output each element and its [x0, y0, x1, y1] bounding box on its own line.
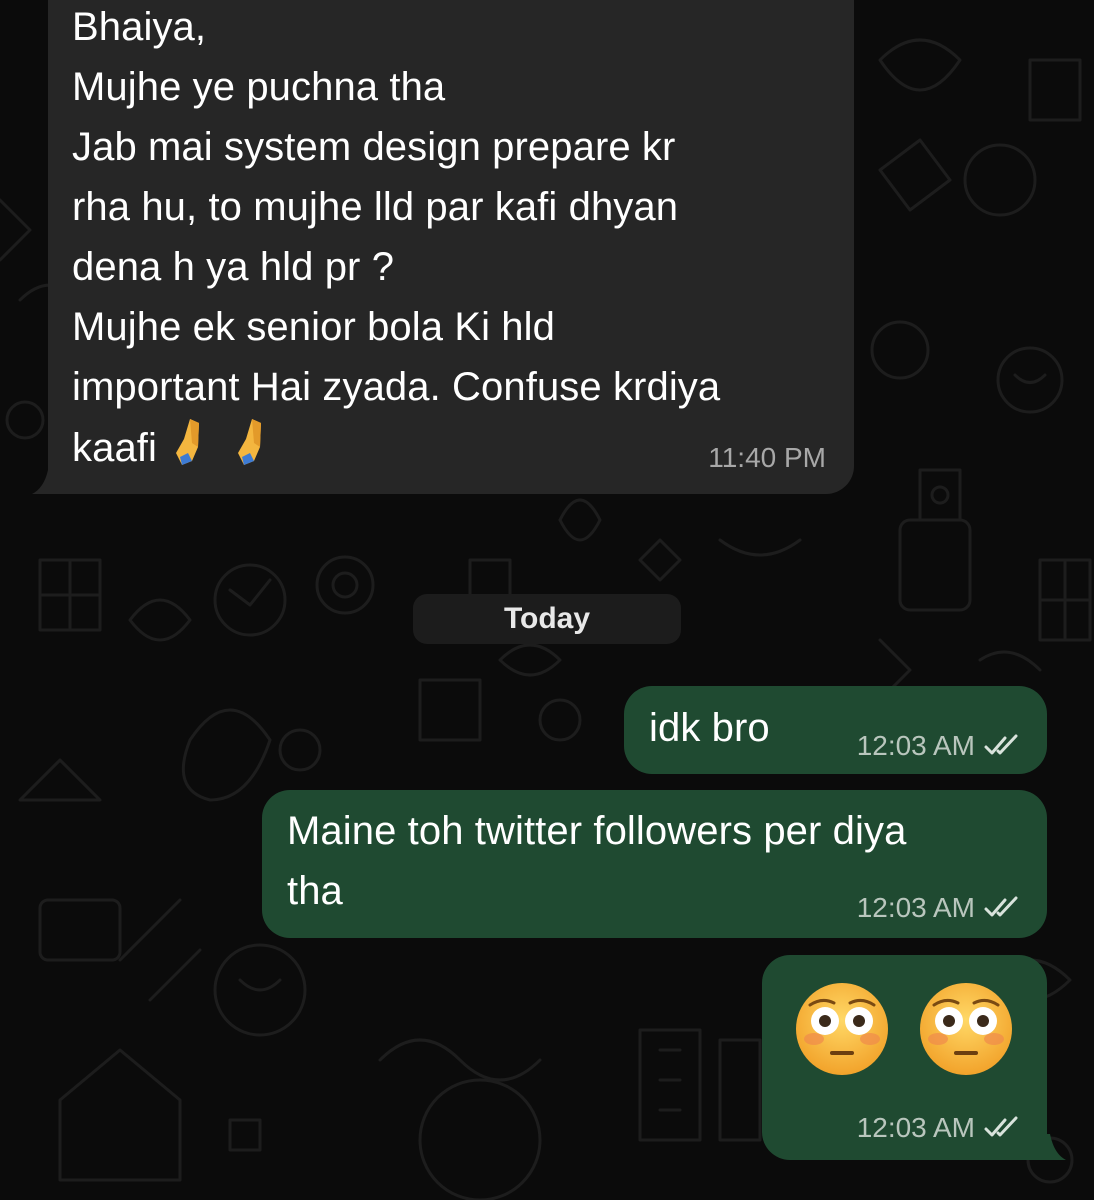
outgoing-message-bubble[interactable]: idk bro 12:03 AM — [624, 686, 1047, 774]
read-double-check-icon — [984, 1116, 1018, 1137]
flushed-face-icon — [796, 983, 888, 1075]
message-meta: 12:03 AM — [857, 1112, 1023, 1144]
message-line: Bhaiya, — [72, 5, 207, 49]
message-line: Jab mai system design prepare kr — [72, 125, 676, 169]
message-meta: 12:03 AM — [857, 730, 1023, 762]
message-line: Mujhe ek senior bola Ki hld — [72, 305, 555, 349]
chat-view: Bhaiya, Mujhe ye puchna tha Jab mai syst… — [0, 0, 1094, 1200]
message-line: rha hu, to mujhe lld par kafi dhyan — [72, 185, 679, 229]
outgoing-message-bubble[interactable]: 12:03 AM — [762, 955, 1047, 1160]
message-timestamp: 12:03 AM — [856, 730, 975, 761]
read-double-check-icon — [984, 734, 1018, 755]
folded-hands-icon — [172, 417, 230, 484]
message-timestamp: 11:40 PM — [708, 442, 826, 473]
outgoing-message-bubble[interactable]: Maine toh twitter followers per diya tha… — [262, 790, 1047, 938]
flushed-face-icon — [920, 983, 1012, 1075]
message-line: important Hai zyada. Confuse krdiya — [72, 365, 721, 409]
message-line: Maine toh twitter followers per diya — [287, 809, 907, 853]
incoming-message-text: Bhaiya, Mujhe ye puchna tha Jab mai syst… — [72, 0, 832, 484]
incoming-bubble-tail — [32, 470, 68, 494]
message-meta: 12:03 AM — [857, 892, 1023, 924]
message-line: dena h ya hld pr ? — [72, 245, 395, 289]
message-timestamp: 12:03 AM — [856, 1112, 975, 1143]
outgoing-bubble-tail — [1030, 1134, 1066, 1160]
date-separator-chip: Today — [413, 594, 681, 644]
folded-hands-icon — [234, 417, 292, 484]
message-line: Mujhe ye puchna tha — [72, 65, 446, 109]
message-timestamp: 12:03 AM — [856, 892, 975, 923]
incoming-message-bubble[interactable]: Bhaiya, Mujhe ye puchna tha Jab mai syst… — [48, 0, 854, 494]
emoji-message — [792, 979, 1016, 1079]
outgoing-message-text: idk bro — [649, 706, 770, 750]
read-double-check-icon — [984, 896, 1018, 917]
